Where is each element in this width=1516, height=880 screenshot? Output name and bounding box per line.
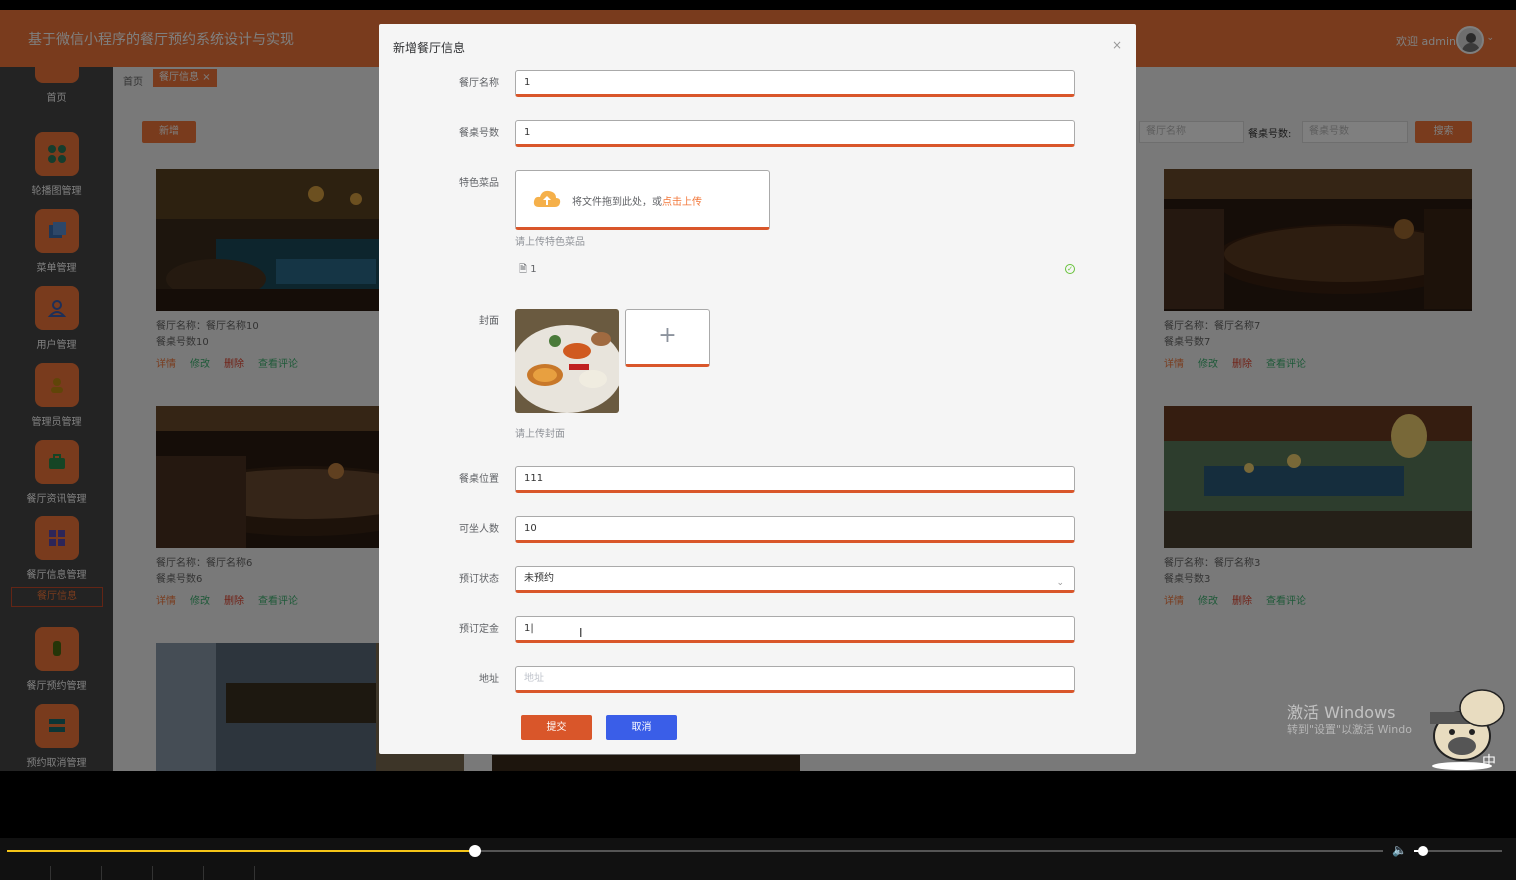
divider — [254, 866, 255, 880]
featured-dishes-tip: 请上传特色菜品 — [515, 237, 585, 248]
activation-watermark-title: 激活 Windows — [1287, 703, 1396, 722]
video-player-bar: 🔈 — [0, 838, 1516, 880]
table-number-label: 餐桌号数 — [459, 128, 499, 139]
divider — [50, 866, 51, 880]
document-icon: 🗎 — [519, 264, 528, 275]
cloud-upload-icon — [533, 190, 561, 207]
featured-dishes-label: 特色菜品 — [459, 178, 499, 189]
divider — [101, 866, 102, 880]
submit-button[interactable]: 提交 — [521, 715, 592, 740]
upload-hint: 将文件拖到此处，或点击上传 — [572, 193, 702, 208]
volume-slider[interactable] — [1414, 846, 1502, 856]
booking-status-select[interactable]: 未预约 ⌄ — [515, 566, 1075, 593]
seats-label: 可坐人数 — [459, 524, 499, 535]
seats-input[interactable]: 10 — [515, 516, 1075, 543]
chevron-down-icon: ⌄ — [1056, 578, 1064, 588]
booking-status-label: 预订状态 — [459, 574, 499, 585]
deposit-label: 预订定金 — [459, 624, 499, 635]
divider — [203, 866, 204, 880]
address-input[interactable]: 地址 — [515, 666, 1075, 693]
check-circle-icon: ✓ — [1065, 264, 1075, 274]
upload-link[interactable]: 点击上传 — [662, 197, 702, 208]
cover-image[interactable] — [515, 309, 619, 413]
upload-hint-text: 将文件拖到此处，或 — [572, 197, 662, 208]
address-label: 地址 — [479, 674, 499, 685]
cover-tip: 请上传封面 — [515, 429, 565, 440]
restaurant-name-label: 餐厅名称 — [459, 78, 499, 89]
close-icon[interactable]: × — [1112, 38, 1122, 52]
add-restaurant-dialog: 新增餐厅信息 × 餐厅名称 1 餐桌号数 1 特色菜品 将文件拖到此处，或点击上… — [379, 24, 1136, 754]
seek-handle[interactable] — [468, 845, 481, 857]
seek-progress — [7, 850, 475, 852]
booking-status-value: 未预约 — [524, 573, 554, 584]
mascot-sticker-icon: 中 — [1430, 689, 1505, 770]
divider — [152, 866, 153, 880]
add-cover-button[interactable]: + — [625, 309, 710, 367]
volume-icon[interactable]: 🔈 — [1392, 843, 1407, 857]
deposit-input[interactable]: 1| — [515, 616, 1075, 643]
seek-bar[interactable] — [7, 845, 1383, 857]
table-number-input[interactable]: 1 — [515, 120, 1075, 147]
text-cursor-icon: I — [579, 626, 583, 640]
restaurant-name-input[interactable]: 1 — [515, 70, 1075, 97]
cancel-button[interactable]: 取消 — [606, 715, 677, 740]
table-location-input[interactable]: 111 — [515, 466, 1075, 493]
table-location-label: 餐桌位置 — [459, 474, 499, 485]
dialog-title: 新增餐厅信息 — [393, 41, 466, 55]
screen: 基于微信小程序的餐厅预约系统设计与实现 欢迎 admin ⌄ 首页 轮播图管理 — [0, 0, 1516, 880]
featured-dishes-upload[interactable]: 将文件拖到此处，或点击上传 — [515, 170, 770, 230]
file-name: 1 — [530, 264, 537, 275]
activation-watermark-subtitle: 转到"设置"以激活 Windo — [1287, 723, 1412, 736]
uploaded-file[interactable]: 🗎 1 ✓ — [519, 262, 1075, 279]
volume-handle[interactable] — [1417, 846, 1428, 856]
cover-label: 封面 — [479, 316, 499, 327]
svg-text:中: 中 — [1482, 754, 1496, 770]
